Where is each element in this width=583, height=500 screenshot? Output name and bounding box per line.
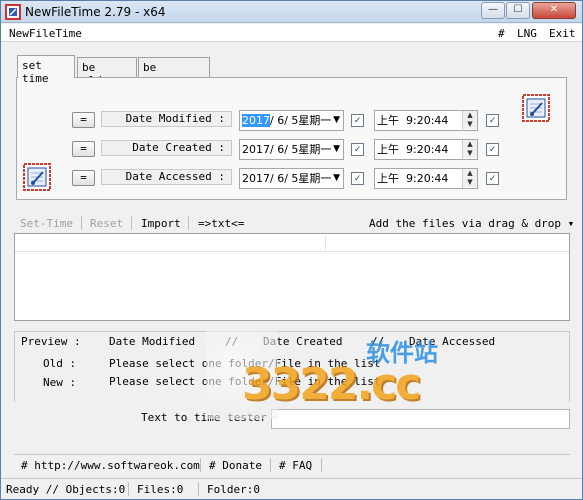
modified-time: 9:20:44 [406,114,449,127]
accessed-time-picker[interactable]: 上午 9:20:44 ▲ ▼ [374,168,478,189]
file-list-header [15,234,569,252]
status-objects: Ready // Objects:0 [6,483,126,496]
links-separator [270,458,271,472]
modified-time-picker[interactable]: 上午 9:20:44 ▲ ▼ [374,110,478,131]
status-folder: Folder:0 [207,483,260,496]
calendar-clock-icon[interactable] [23,163,51,191]
links-divider [14,454,570,455]
created-date-checkbox[interactable]: ✓ [351,143,364,156]
faq-link[interactable]: # FAQ [279,459,312,472]
maximize-icon: ☐ [513,4,523,15]
spin-up-icon: ▲ [463,140,477,149]
reset-button[interactable]: Reset [90,217,123,230]
created-date-picker[interactable]: 2017/ 6/ 5星期一 ▼ [239,139,344,160]
accessed-time-spinner[interactable]: ▲ ▼ [462,169,477,188]
toolbar-divider [81,216,82,230]
created-date: 2017/ 6/ 5星期一 [242,143,332,156]
modified-year-selection: 2017 [242,114,270,127]
preview-new-label: New : [43,376,77,389]
time-tester-input[interactable] [271,409,570,429]
add-files-dropdown[interactable]: Add the files via drag & drop ▾ [369,217,574,230]
toolbar-divider [131,216,132,230]
calendar-clock-icon[interactable] [522,94,550,122]
modified-equal-button[interactable]: = [72,112,95,128]
column-divider [325,236,326,250]
modified-ampm: 上午 [377,114,399,127]
modified-date-rest: / 6/ 5星期一 [270,114,332,127]
close-icon: ✕ [549,4,559,15]
created-time-spinner[interactable]: ▲ ▼ [462,140,477,159]
set-time-button[interactable]: Set-Time [20,217,73,230]
chevron-down-icon: ▼ [333,115,340,125]
preview-separator: // [371,335,385,348]
preview-separator: // [225,335,239,348]
created-time: 9:20:44 [406,143,449,156]
export-txt-button[interactable]: =>txt<= [198,217,244,230]
menu-bar: NewFileTime # LNG Exit [1,24,582,42]
toolbar-divider [188,216,189,230]
menu-exit[interactable]: Exit [549,27,576,40]
preview-old-label: Old : [43,357,77,370]
modified-time-spinner[interactable]: ▲ ▼ [462,111,477,130]
preview-new-value: Please select one folder/File in the lis… [109,375,381,388]
import-button[interactable]: Import [141,217,181,230]
chevron-down-icon: ▼ [333,144,340,154]
app-icon [5,4,21,20]
website-link[interactable]: # http://www.softwareok.com [21,459,200,472]
spin-down-icon: ▼ [463,120,477,129]
modified-date-checkbox[interactable]: ✓ [351,114,364,127]
maximize-button[interactable]: ☐ [506,2,530,19]
spin-up-icon: ▲ [463,169,477,178]
links-separator [200,458,201,472]
spin-up-icon: ▲ [463,111,477,120]
accessed-equal-button[interactable]: = [72,170,95,186]
preview-col-created: Date Created [263,335,343,348]
status-separator [198,482,199,496]
menu-app-name[interactable]: NewFileTime [9,27,82,40]
created-time-checkbox[interactable]: ✓ [486,143,499,156]
accessed-date-picker[interactable]: 2017/ 6/ 5星期一 ▼ [239,168,344,189]
links-separator [321,458,322,472]
date-modified-label: Date Modified : [101,111,232,127]
tab-be-older[interactable]: be older [77,57,137,87]
close-button[interactable]: ✕ [532,2,576,19]
accessed-time-checkbox[interactable]: ✓ [486,172,499,185]
tab-set-time[interactable]: set time [17,55,75,85]
preview-col-modified: Date Modified [109,335,196,348]
spin-down-icon: ▼ [463,178,477,187]
file-list[interactable] [14,233,570,321]
minimize-icon: — [488,4,498,15]
modified-time-checkbox[interactable]: ✓ [486,114,499,127]
menu-language[interactable]: LNG [517,27,537,40]
menu-hash[interactable]: # [498,27,505,40]
minimize-button[interactable]: — [481,2,505,19]
spin-down-icon: ▼ [463,149,477,158]
app-window: NewFileTime 2.79 - x64 — ☐ ✕ NewFileTime… [0,0,583,500]
accessed-date: 2017/ 6/ 5星期一 [242,172,332,185]
status-divider [1,478,582,479]
tester-label: Text to time tester [141,411,267,424]
accessed-ampm: 上午 [377,172,399,185]
preview-col-accessed: Date Accessed [409,335,496,348]
tab-be-younger[interactable]: be younger [138,57,210,87]
window-title: NewFileTime 2.79 - x64 [25,5,166,19]
accessed-time: 9:20:44 [406,172,449,185]
created-ampm: 上午 [377,143,399,156]
preview-label: Preview : [21,335,81,348]
created-time-picker[interactable]: 上午 9:20:44 ▲ ▼ [374,139,478,160]
preview-old-value: Please select one folder/File in the lis… [109,357,381,370]
donate-link[interactable]: # Donate [209,459,262,472]
status-files: Files:0 [137,483,184,496]
date-created-label: Date Created : [101,140,232,156]
created-equal-button[interactable]: = [72,141,95,157]
chevron-down-icon: ▼ [333,173,340,183]
modified-date-picker[interactable]: 2017/ 6/ 5星期一 ▼ [239,110,344,131]
title-bar: NewFileTime 2.79 - x64 — ☐ ✕ [1,1,582,23]
accessed-date-checkbox[interactable]: ✓ [351,172,364,185]
date-accessed-label: Date Accessed : [101,169,232,185]
status-separator [128,482,129,496]
